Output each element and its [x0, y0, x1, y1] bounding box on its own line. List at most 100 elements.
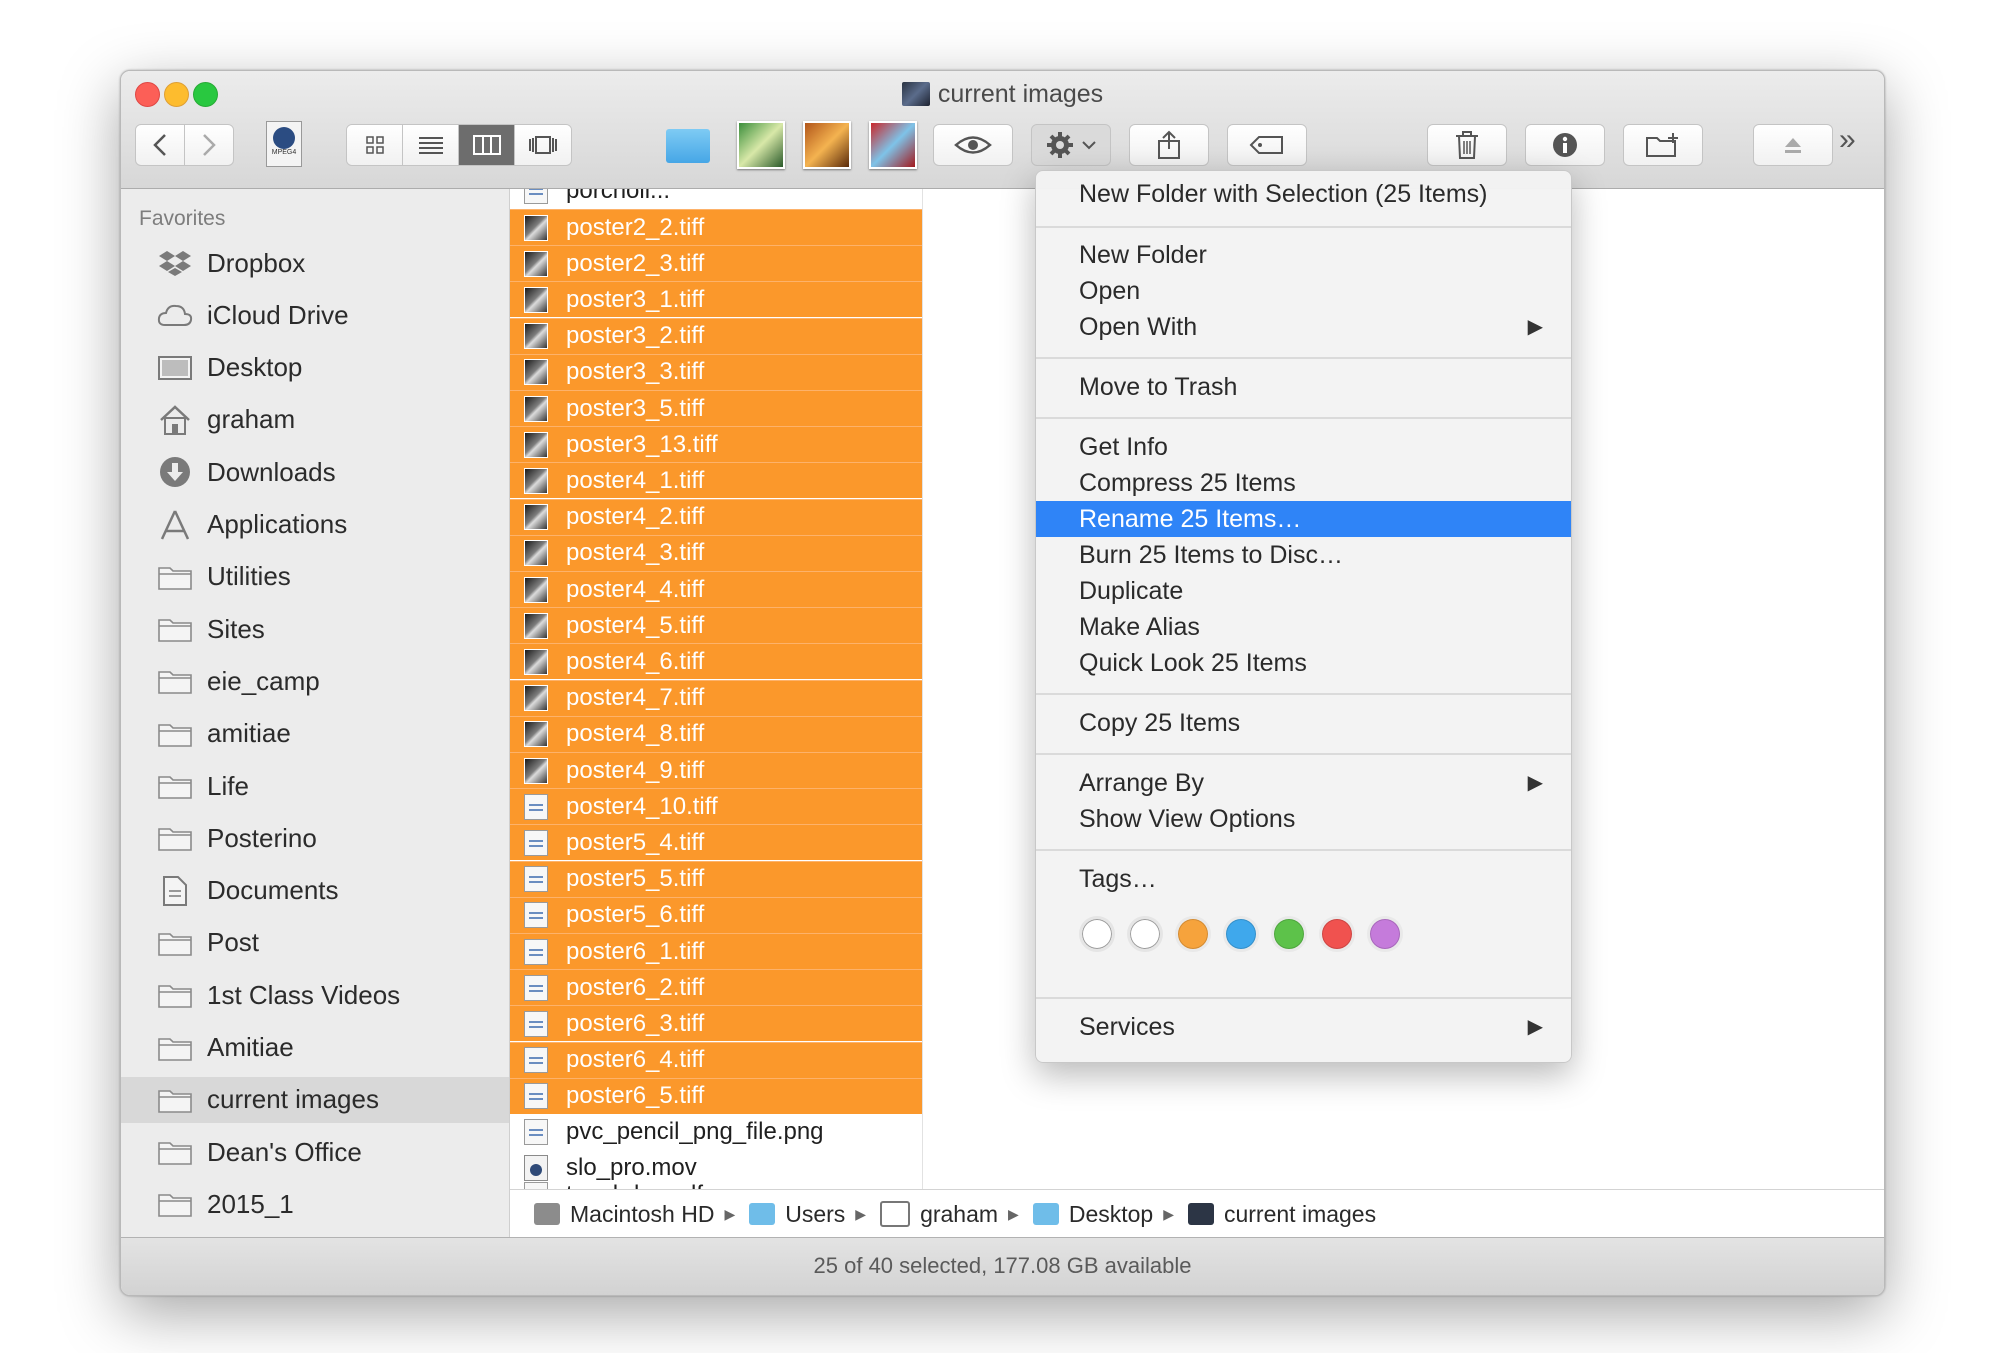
icon-view-button[interactable] — [347, 125, 403, 165]
tag-color-none-2-button[interactable] — [1127, 916, 1163, 952]
file-row[interactable]: pvc_pencil_png_file.png — [510, 1114, 922, 1150]
quick-look-button[interactable] — [933, 124, 1013, 166]
sidebar-item-posterino[interactable]: Posterino — [121, 815, 509, 861]
new-folder-button[interactable] — [1623, 124, 1703, 166]
menu-item-get-info[interactable]: Get Info — [1036, 429, 1571, 465]
menu-item-rename[interactable]: Rename 25 Items… — [1036, 501, 1571, 537]
menu-item-quick-look[interactable]: Quick Look 25 Items — [1036, 645, 1571, 681]
file-row[interactable]: poster4_9.tiff — [510, 752, 922, 788]
file-row[interactable]: poster6_4.tiff — [510, 1041, 922, 1078]
menu-item-new-folder-with-selection[interactable]: New Folder with Selection (25 Items) — [1036, 176, 1571, 212]
tag-color-blue-button[interactable] — [1223, 916, 1259, 952]
menu-item-show-view-options[interactable]: Show View Options — [1036, 801, 1571, 837]
image-shortcut-2[interactable] — [803, 121, 851, 169]
tag-color-orange-button[interactable] — [1175, 916, 1211, 952]
list-view-button[interactable] — [403, 125, 459, 165]
trash-button[interactable] — [1427, 124, 1507, 166]
path-segment[interactable]: Macintosh HD ▶ — [510, 1201, 735, 1228]
file-row[interactable]: poster5_5.tiff — [510, 860, 922, 897]
file-row[interactable]: poster4_10.tiff — [510, 788, 922, 825]
image-shortcut-3[interactable] — [869, 121, 917, 169]
sidebar-item-2015-1[interactable]: 2015_1 — [121, 1181, 509, 1227]
path-segment[interactable]: Desktop ▶ — [1019, 1201, 1174, 1228]
get-info-button[interactable] — [1525, 124, 1605, 166]
file-row[interactable]: poster6_2.tiff — [510, 969, 922, 1006]
menu-item-tags[interactable]: Tags… — [1036, 861, 1571, 897]
menu-item-duplicate[interactable]: Duplicate — [1036, 573, 1571, 609]
blue-folder-shortcut[interactable] — [666, 129, 710, 163]
file-row[interactable]: poster6_3.tiff — [510, 1005, 922, 1042]
sidebar-item-applications[interactable]: Applications — [121, 502, 509, 548]
menu-item-new-folder[interactable]: New Folder — [1036, 237, 1571, 273]
file-row[interactable]: poster2_3.tiff — [510, 245, 922, 282]
sidebar-item-1st-class-videos[interactable]: 1st Class Videos — [121, 972, 509, 1018]
file-row[interactable]: poster4_4.tiff — [510, 571, 922, 607]
action-menu-button[interactable] — [1031, 124, 1111, 166]
sidebar-item-amitiae[interactable]: amitiae — [121, 711, 509, 757]
menu-item-copy[interactable]: Copy 25 Items — [1036, 705, 1571, 741]
file-row[interactable]: poster3_5.tiff — [510, 390, 922, 426]
sidebar-item-documents[interactable]: Documents — [121, 868, 509, 914]
file-row[interactable]: poster4_5.tiff — [510, 607, 922, 644]
menu-item-open[interactable]: Open — [1036, 273, 1571, 309]
sidebar-item-desktop[interactable]: Desktop — [121, 345, 509, 391]
file-row[interactable]: poster2_2.tiff — [510, 209, 922, 245]
file-row-partial-top[interactable]: porcholl... — [510, 189, 922, 209]
cover-flow-button[interactable] — [515, 125, 571, 165]
menu-item-services[interactable]: Services ▶ — [1036, 1009, 1571, 1045]
file-row[interactable]: poster3_1.tiff — [510, 281, 922, 318]
file-row[interactable]: poster4_8.tiff — [510, 715, 922, 752]
sidebar-item-sites[interactable]: Sites — [121, 606, 509, 652]
file-row[interactable]: poster6_1.tiff — [510, 933, 922, 969]
file-row[interactable]: poster4_1.tiff — [510, 462, 922, 499]
tag-color-purple-button[interactable] — [1367, 916, 1403, 952]
tag-color-none-button[interactable] — [1079, 916, 1115, 952]
sidebar-item-current-images[interactable]: current images — [121, 1076, 509, 1123]
column-view-button[interactable] — [459, 125, 515, 165]
sidebar-item-graham[interactable]: graham — [121, 397, 509, 443]
file-name: poster5_4.tiff — [566, 828, 705, 856]
sidebar-item-icloud-drive[interactable]: iCloud Drive — [121, 292, 509, 338]
menu-item-open-with[interactable]: Open With ▶ — [1036, 309, 1571, 345]
sidebar-item-post[interactable]: Post — [121, 920, 509, 966]
menu-item-make-alias[interactable]: Make Alias — [1036, 609, 1571, 645]
file-row[interactable]: poster4_2.tiff — [510, 498, 922, 535]
file-row[interactable]: poster4_7.tiff — [510, 679, 922, 716]
path-segment[interactable]: graham ▶ — [866, 1201, 1019, 1228]
view-mode-control[interactable] — [346, 124, 572, 166]
file-row[interactable]: poster5_6.tiff — [510, 896, 922, 933]
sidebar-item-eie-camp[interactable]: eie_camp — [121, 658, 509, 704]
file-row-partial-bottom[interactable]: top_hdov.pdf — [510, 1177, 922, 1189]
file-row[interactable]: poster5_4.tiff — [510, 824, 922, 861]
toolbar-overflow-button[interactable]: » — [1839, 123, 1856, 157]
share-button[interactable] — [1129, 124, 1209, 166]
sidebar-item-amitiae[interactable]: Amitiae — [121, 1025, 509, 1071]
sidebar-item-utilities[interactable]: Utilities — [121, 554, 509, 600]
mpeg4-file-icon[interactable]: MPEG4 — [266, 121, 302, 167]
image-shortcut-1[interactable] — [737, 121, 785, 169]
file-row[interactable]: poster3_13.tiff — [510, 426, 922, 463]
file-row[interactable]: poster6_5.tiff — [510, 1077, 922, 1114]
menu-item-compress[interactable]: Compress 25 Items — [1036, 465, 1571, 501]
file-row[interactable]: poster3_2.tiff — [510, 317, 922, 354]
file-row[interactable]: poster4_3.tiff — [510, 534, 922, 571]
file-name: poster4_6.tiff — [566, 647, 705, 675]
menu-item-burn[interactable]: Burn 25 Items to Disc… — [1036, 537, 1571, 573]
file-row[interactable]: poster3_3.tiff — [510, 353, 922, 390]
tag-color-green-button[interactable] — [1271, 916, 1307, 952]
menu-item-move-to-trash[interactable]: Move to Trash — [1036, 369, 1571, 405]
tags-button[interactable] — [1227, 124, 1307, 166]
file-row[interactable]: poster4_6.tiff — [510, 643, 922, 680]
eject-button[interactable] — [1753, 124, 1833, 166]
path-segment[interactable]: current images — [1174, 1201, 1376, 1228]
tag-color-red-button[interactable] — [1319, 916, 1355, 952]
forward-button[interactable] — [184, 124, 234, 166]
back-button[interactable] — [135, 124, 185, 166]
sidebar-item-downloads[interactable]: Downloads — [121, 449, 509, 495]
file-column[interactable]: porcholl... poster2_2.tiff poster2_3.tiff… — [510, 189, 923, 1189]
sidebar-item-dropbox[interactable]: Dropbox — [121, 240, 509, 286]
path-segment[interactable]: Users ▶ — [735, 1201, 866, 1228]
menu-item-arrange-by[interactable]: Arrange By ▶ — [1036, 765, 1571, 801]
sidebar-item-life[interactable]: Life — [121, 763, 509, 809]
sidebar-item-dean-s-office[interactable]: Dean's Office — [121, 1129, 509, 1175]
